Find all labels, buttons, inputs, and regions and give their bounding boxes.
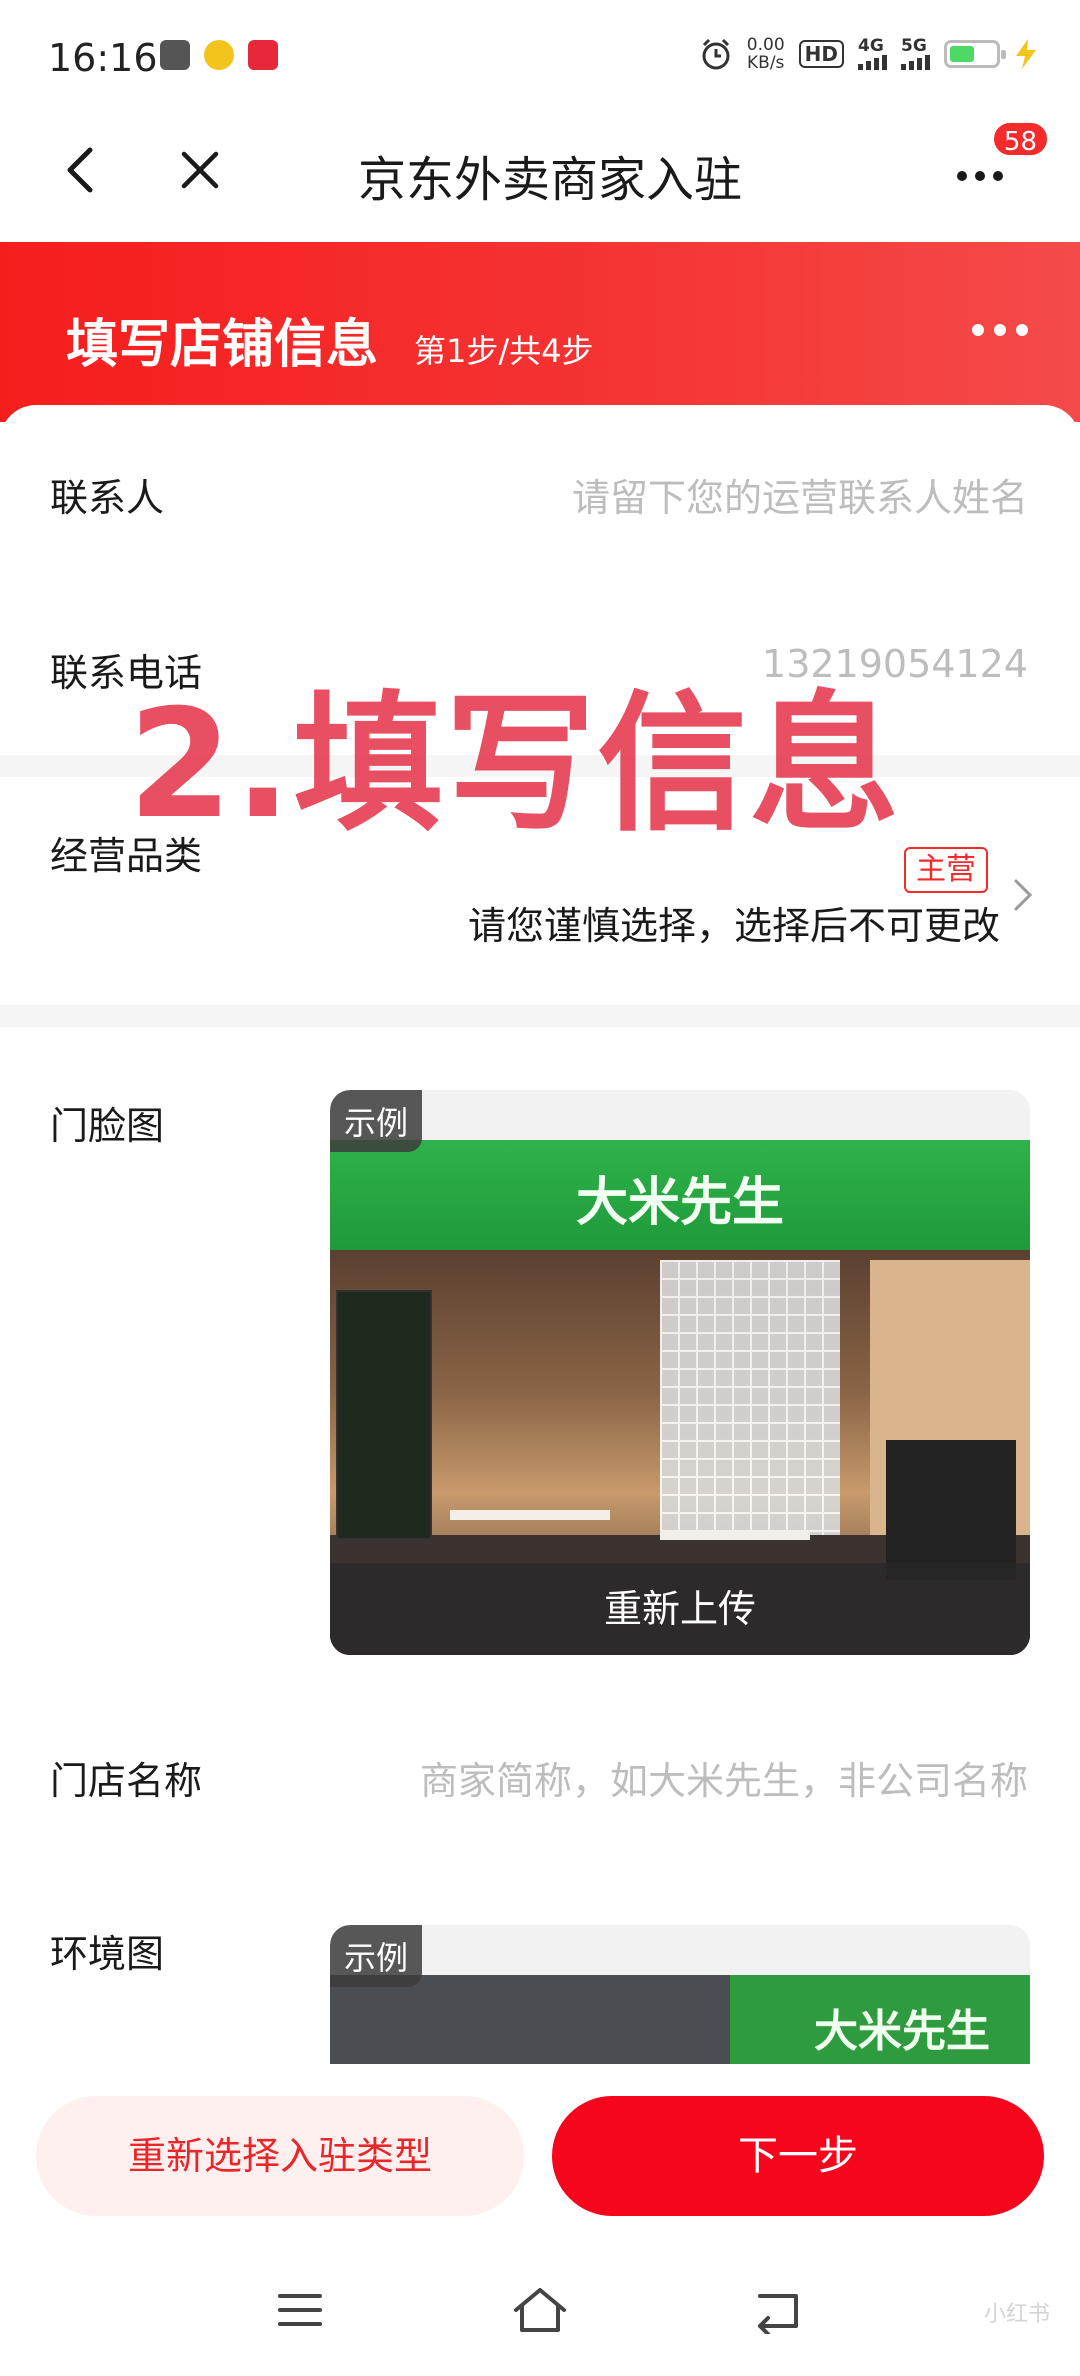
page-title: 京东外卖商家入驻 — [357, 152, 742, 208]
reselect-type-button[interactable]: 重新选择入驻类型 — [36, 2096, 524, 2216]
home-icon[interactable] — [510, 2284, 570, 2336]
form-card: 联系人 请留下您的运营联系人姓名 联系电话 13219054124 经营品类 主… — [0, 405, 1080, 2065]
category-selector[interactable]: 请您谨慎选择，选择后不可更改 — [468, 895, 1000, 950]
store-menu-board — [886, 1440, 1016, 1580]
network-speed-unit: KB/s — [747, 53, 785, 73]
store-name-label: 门店名称 — [50, 1759, 203, 1803]
example-tag: 示例 — [330, 1925, 423, 1987]
contact-input[interactable]: 请留下您的运营联系人姓名 — [572, 467, 1028, 522]
sim2-type: 5G — [901, 36, 927, 56]
store-sign: 大米先生 — [330, 1140, 1030, 1250]
environment-label: 环境图 — [50, 1932, 165, 1976]
header-more-icon[interactable] — [972, 324, 1028, 336]
main-category-tag: 主营 — [904, 847, 988, 893]
contact-label: 联系人 — [50, 476, 165, 520]
store-table — [450, 1510, 610, 1520]
bottom-action-bar: 重新选择入驻类型 下一步 — [0, 2064, 1080, 2244]
signal-sim2: 5G — [901, 38, 930, 70]
recent-apps-icon[interactable] — [276, 2290, 324, 2330]
status-icons: 0.00 KB/s HD 4G 5G — [699, 36, 1038, 72]
example-tag: 示例 — [330, 1090, 423, 1152]
sim1-type: 4G — [858, 36, 884, 56]
step-title: 填写店铺信息 — [66, 315, 379, 375]
storefront-photo[interactable]: 示例 大米先生 重新上传 — [330, 1090, 1030, 1655]
signal-sim1: 4G — [858, 38, 887, 70]
status-bar: 16:16 0.00 KB/s HD 4G 5G — [0, 0, 1080, 110]
store-tile-wall — [660, 1260, 840, 1560]
alarm-icon — [702, 38, 730, 70]
hd-icon: HD — [798, 40, 844, 68]
tutorial-overlay-text: 2.填写信息 — [128, 678, 902, 852]
battery-icon — [944, 40, 1006, 68]
step-indicator: 第1步/共4步 — [414, 332, 594, 370]
nav-bar: 京东外卖商家入驻 58 — [0, 110, 1080, 240]
reupload-button[interactable]: 重新上传 — [330, 1563, 1030, 1655]
store-table — [660, 1530, 810, 1540]
network-speed-value: 0.00 — [746, 35, 785, 55]
system-back-icon[interactable] — [752, 2288, 806, 2334]
charging-icon — [1016, 39, 1036, 69]
signal-bars-icon — [901, 54, 930, 70]
signal-bars-icon — [858, 54, 887, 70]
system-nav-bar: 小红书 — [0, 2244, 1080, 2376]
app-notification-icon — [248, 40, 278, 70]
app-notification-icon — [204, 40, 234, 70]
environment-photo[interactable]: 示例 大米先生 — [330, 1925, 1030, 2065]
environment-sign-text: 大米先生 — [814, 2006, 990, 2057]
store-name-input[interactable]: 商家简称，如大米先生，非公司名称 — [420, 1750, 1028, 1805]
notification-badge: 58 — [990, 120, 1050, 158]
step-header: 填写店铺信息 第1步/共4步 — [0, 242, 1080, 422]
app-notification-icon — [160, 40, 190, 70]
divider — [0, 1005, 1080, 1027]
status-time: 16:16 — [48, 36, 158, 80]
storefront-label: 门脸图 — [50, 1104, 165, 1148]
next-step-button[interactable]: 下一步 — [552, 2096, 1044, 2216]
watermark-text: 小红书 — [983, 2302, 1050, 2327]
store-poster — [336, 1290, 432, 1540]
network-speed: 0.00 KB/s — [747, 36, 785, 72]
store-sign-text: 大米先生 — [575, 1173, 784, 1233]
chevron-right-icon[interactable] — [1008, 875, 1036, 915]
